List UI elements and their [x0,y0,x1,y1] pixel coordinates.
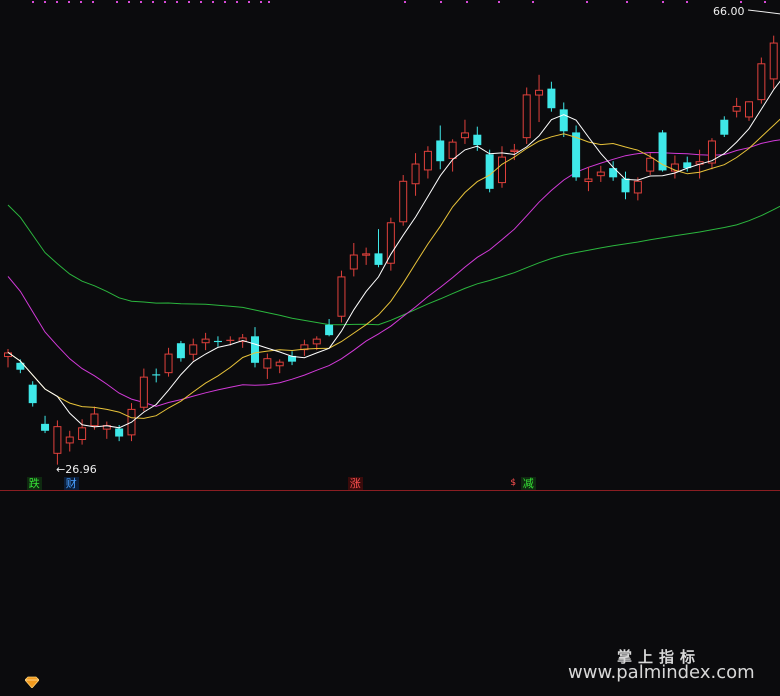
candle-body-up [386,222,395,264]
diamond-icon[interactable] [25,676,39,688]
top-marker [740,1,742,3]
top-marker [260,1,262,3]
candle-body-up [423,150,432,171]
candle-body-up [460,132,469,139]
top-marker [626,1,628,3]
watermark-url: www.palmindex.com [568,662,755,683]
signal-tag: 涨 [347,477,363,490]
candle-body-up [349,254,358,270]
high-price-label: 66.00 [713,5,745,18]
candle-body-up [732,105,741,112]
top-marker [686,1,688,3]
top-marker [164,1,166,3]
top-marker [268,1,270,3]
top-marker [404,1,406,3]
candle-body-down [213,340,222,343]
panel-divider [0,490,780,491]
candle-body-up [498,156,506,184]
candle-body-down [41,423,50,431]
candle-body-up [411,163,420,185]
candle-body-up [78,427,87,440]
candle-body-up [522,94,531,139]
candle-body-down [152,374,161,376]
signal-tag: 跌 [26,477,42,490]
candle-body-up [139,376,148,408]
candlestick-chart [4,1,780,465]
candle-body-up [362,253,371,256]
candle-body-down [374,253,383,265]
top-marker [248,1,250,3]
top-marker [440,1,442,3]
candle-body-down [436,140,445,162]
top-marker [662,1,664,3]
candle-body-up [189,344,198,355]
candle-body-up [510,149,519,152]
top-marker [200,1,202,3]
candle-body-up [745,101,753,118]
extreme-arrows [747,9,780,15]
candle-body-up [201,338,210,344]
candle-body-up [263,358,272,369]
candle-body-down [176,343,185,359]
top-marker [68,1,70,3]
candle-body-down [28,384,37,404]
top-marker [92,1,94,3]
top-marker [188,1,190,3]
candle-body-down [115,428,124,437]
signal-tag: 财 [63,477,79,490]
candle-body-up [633,180,642,194]
candle-body-up [584,178,593,182]
top-markers [32,1,766,3]
top-marker [586,1,588,3]
top-marker [128,1,130,3]
candles [4,35,778,465]
candle-body-up [646,157,655,172]
candle-body-up [275,361,284,367]
candle-body-up [399,180,408,223]
candle-body-down [720,119,729,135]
candle-body-up [312,338,321,345]
candle-body-down [547,88,556,109]
top-marker [32,1,34,3]
top-marker [466,1,468,3]
top-marker [44,1,46,3]
candle-body-up [337,276,346,317]
top-marker [140,1,142,3]
candle-body-up [757,63,766,101]
candle-body-up [448,141,457,159]
candle-body-up [90,413,99,427]
candle-body-down [621,178,630,193]
signal-tag: 减 [520,477,536,490]
candle-body-up [65,436,74,444]
top-marker [80,1,82,3]
candle-body-up [535,89,544,96]
low-price-value: 26.96 [65,463,97,476]
signal-tag: $ [510,478,517,488]
candle-body-up [164,353,173,374]
top-marker [176,1,178,3]
candle-body-down [559,109,568,132]
candle-body-up [53,426,62,454]
candle-body-up [596,171,605,177]
candle-body-down [473,134,482,146]
top-marker [152,1,154,3]
top-marker [532,1,534,3]
candle-body-down [325,324,334,336]
candle-body-up [4,352,12,358]
top-marker [498,1,500,3]
candle-body-up [769,42,778,80]
top-marker [56,1,58,3]
top-marker [236,1,238,3]
top-marker [764,1,766,3]
candle-body-down [485,154,494,189]
top-marker [116,1,118,3]
high-arrow [747,9,780,15]
low-price-label: ←26.96 [56,463,97,476]
top-marker [212,1,214,3]
top-marker [224,1,226,3]
candle-body-down [572,132,581,178]
candle-body-down [251,336,259,363]
